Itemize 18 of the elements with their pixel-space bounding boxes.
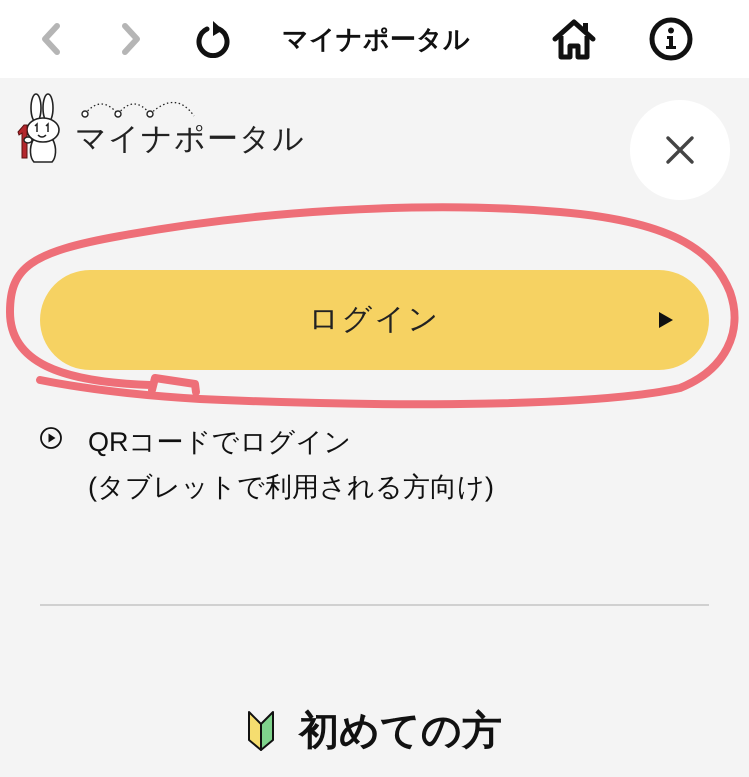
reload-button[interactable] [195,20,231,58]
chevron-right-icon [121,23,141,55]
beginner-mark-icon [247,710,275,752]
page-title: マイナポータル [282,23,470,56]
qr-login-link[interactable]: QRコードでログイン (タブレットで利用される方向け) [40,420,494,510]
chevron-left-icon [41,23,61,55]
reload-icon [195,20,231,58]
home-icon [551,18,597,60]
home-button[interactable] [551,18,597,60]
info-button[interactable] [649,17,693,61]
login-button[interactable]: ログイン [40,270,709,370]
section-heading: 初めての方 [299,708,502,755]
info-icon [649,17,693,61]
logo-text: マイナポータル [75,120,305,158]
play-triangle-icon [659,312,673,328]
play-circle-icon [40,427,62,449]
rabbit-mascot-icon [15,92,63,164]
close-icon [665,135,695,165]
